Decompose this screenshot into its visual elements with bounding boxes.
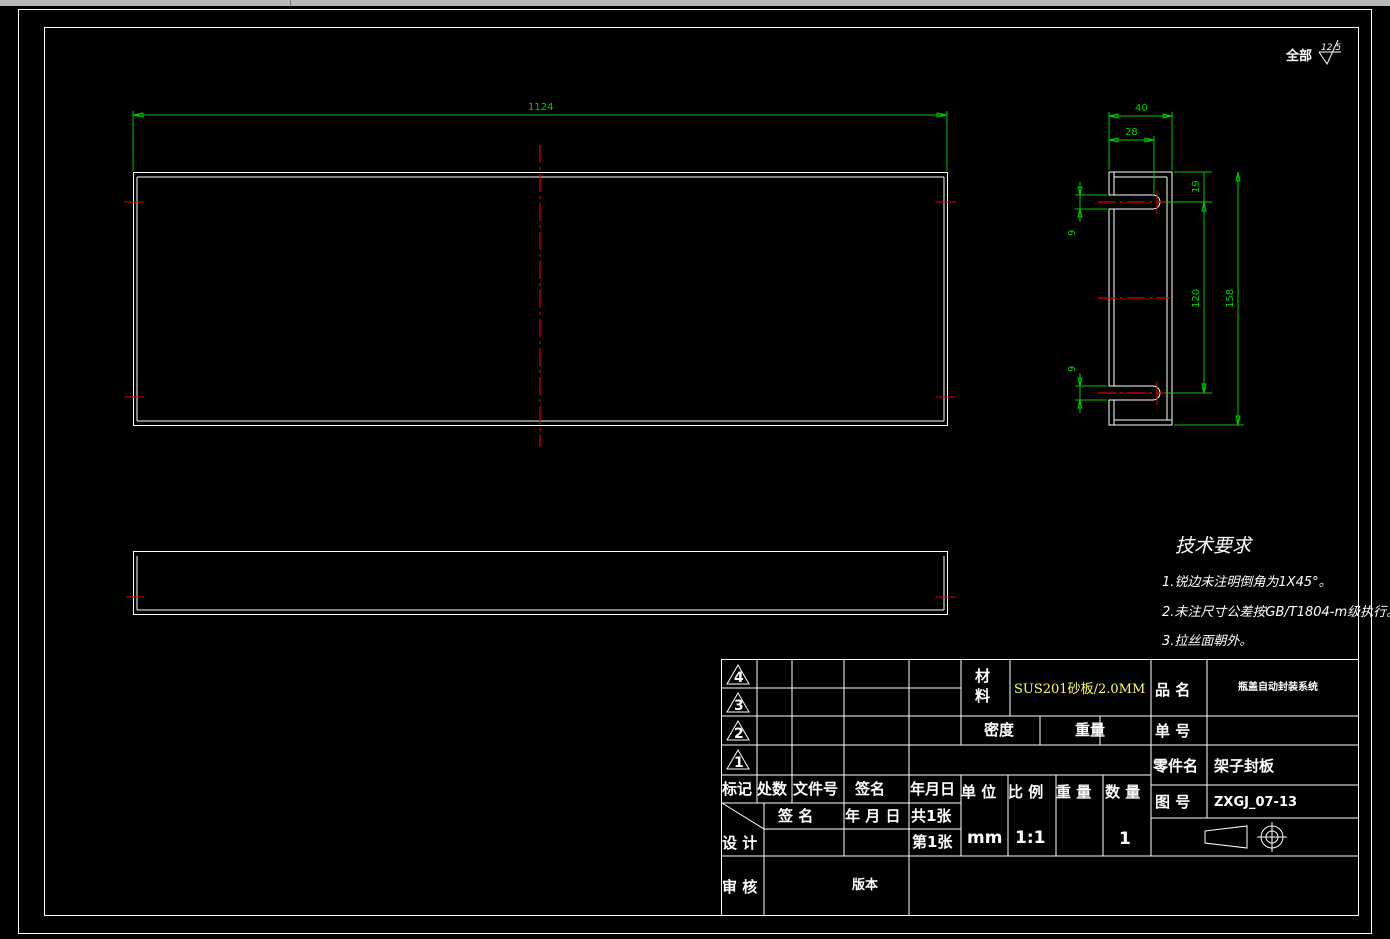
drawing-no-value: ZXGJ_07-13 [1214, 795, 1297, 810]
part-label: 零件名 [1152, 757, 1198, 775]
mass-label: 重 量 [1056, 783, 1091, 801]
review-label: 审 核 [722, 878, 757, 896]
dimension-side-inner: 28 [1108, 127, 1155, 196]
drawing-canvas: 全部 12.5 1124 40 28 19 120 158 9 9 技术要求 1… [18, 9, 1390, 934]
dim-40-text: 40 [1135, 103, 1148, 114]
qty-label: 数 量 [1105, 783, 1140, 801]
svg-text:1: 1 [734, 755, 744, 771]
header-date: 年月日 [910, 780, 955, 798]
header-sign: 签名 [854, 780, 885, 798]
material-label-1: 材 [975, 667, 990, 685]
product-value: 瓶盖自动封装系统 [1238, 680, 1318, 693]
bottom-view [126, 551, 956, 615]
tech-req-item-1: 1.锐边未注明倒角为1X45°。 [1162, 575, 1332, 590]
product-label: 品 名 [1155, 681, 1190, 699]
unit-value: mm [967, 828, 1002, 848]
dim-1124-text: 1124 [528, 102, 553, 113]
design-label: 设 计 [722, 834, 757, 852]
svg-text:4: 4 [734, 670, 744, 686]
sign-label: 签 名 [777, 807, 813, 825]
dim-19-text: 19 [1191, 180, 1202, 193]
tech-req-item-3: 3.拉丝面朝外。 [1162, 633, 1252, 649]
dimension-slot-width-bottom: 9 [1067, 366, 1107, 413]
surface-finish-symbol: 全部 12.5 [1285, 39, 1341, 66]
dimension-side-width: 40 [1108, 103, 1173, 170]
header-docno: 文件号 [793, 780, 838, 798]
revision-mark-1: 1 [726, 749, 750, 771]
svg-text:2: 2 [734, 726, 744, 742]
title-block: 4 3 2 1 标记 处数 文件号 签名 年月日 签 名 年 月 日 共1张 第… [721, 659, 1359, 916]
sheet-no: 第1张 [912, 833, 953, 851]
material-value: SUS201砂板/2.0MM [1014, 682, 1145, 697]
total-sheets: 共1张 [911, 807, 952, 825]
scale-label: 比 例 [1008, 783, 1043, 801]
revision-mark-4: 4 [726, 664, 750, 686]
dim-120-text: 120 [1191, 289, 1202, 308]
drawing-no-label: 图 号 [1155, 793, 1190, 811]
header-count: 处数 [756, 780, 788, 798]
dim-158-text: 158 [1225, 289, 1236, 308]
dim-9-bottom-text: 9 [1067, 366, 1078, 372]
dim-28-text: 28 [1125, 127, 1138, 138]
dim-9-top-text: 9 [1067, 230, 1078, 236]
density-label: 密度 [984, 721, 1015, 739]
front-view [124, 145, 956, 447]
surface-finish-label: 全部 [1285, 48, 1312, 64]
svg-text:3: 3 [734, 698, 744, 714]
qty-value: 1 [1119, 829, 1131, 849]
tech-req-title: 技术要求 [1175, 535, 1254, 557]
part-value: 架子封板 [1213, 757, 1275, 775]
dimension-slot-width-top: 9 [1067, 182, 1107, 236]
date-label: 年 月 日 [845, 807, 900, 825]
inner-frame [44, 27, 1359, 916]
revision-mark-2: 2 [726, 720, 750, 742]
side-view [1098, 171, 1173, 426]
version-label: 版本 [852, 877, 878, 893]
dimension-overall-height: 158 [1174, 171, 1244, 426]
scale-value: 1:1 [1015, 828, 1045, 848]
tech-req-item-2: 2.未注尺寸公差按GB/T1804-m级执行。 [1162, 605, 1390, 620]
revision-mark-3: 3 [726, 692, 750, 714]
unit-label: 单 位 [961, 783, 996, 801]
tech-requirements: 技术要求 1.锐边未注明倒角为1X45°。 2.未注尺寸公差按GB/T1804-… [1162, 535, 1390, 649]
order-label: 单 号 [1155, 722, 1190, 740]
projection-symbol-icon [1204, 822, 1287, 852]
material-label-2: 料 [975, 687, 990, 705]
weight-label: 重量 [1075, 721, 1105, 739]
header-mark: 标记 [721, 780, 752, 798]
